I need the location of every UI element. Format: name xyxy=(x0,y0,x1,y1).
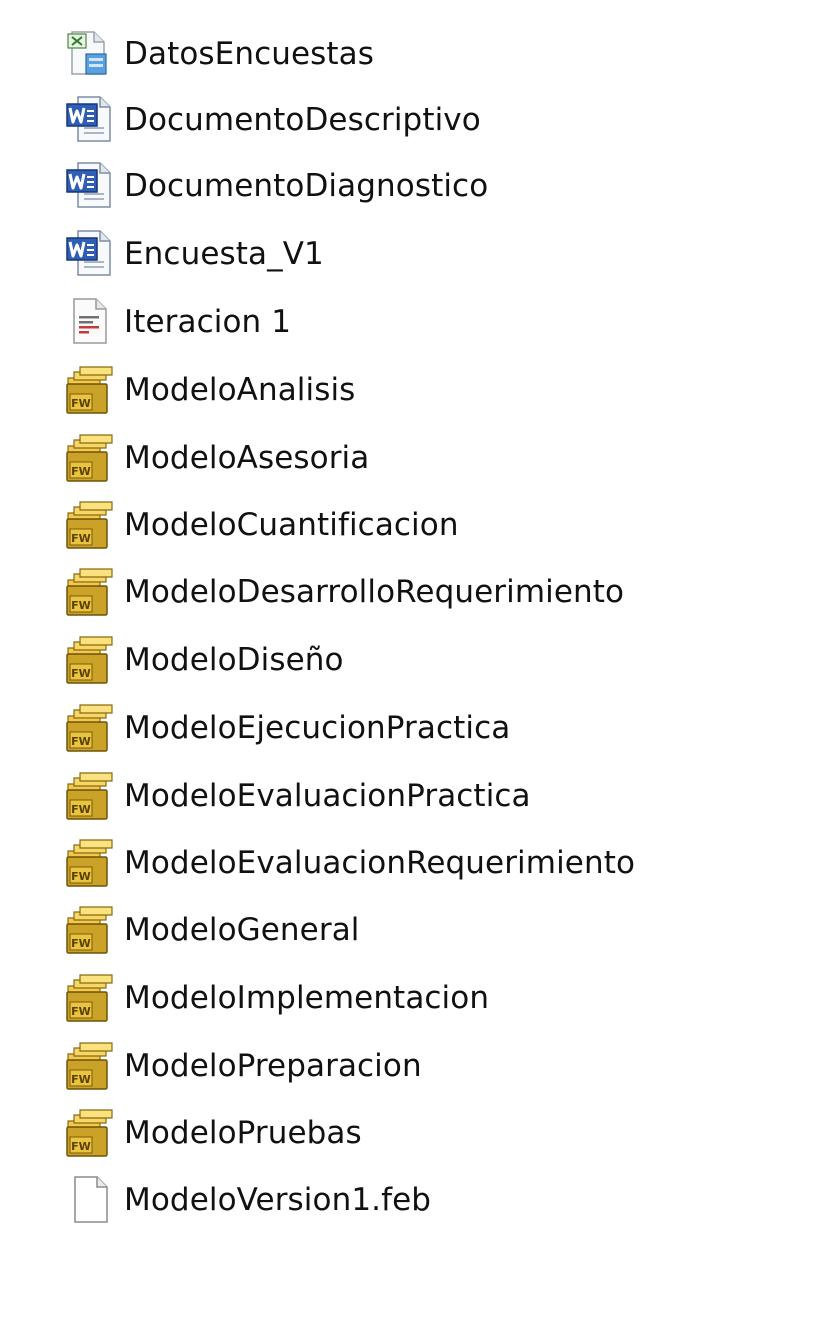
fireworks-file-icon: FW xyxy=(64,1040,116,1092)
svg-text:FW: FW xyxy=(71,667,91,680)
file-name: ModeloVersion1.feb xyxy=(124,1182,432,1218)
svg-text:FW: FW xyxy=(71,937,91,950)
file-name: ModeloAnalisis xyxy=(124,372,356,408)
fireworks-file-icon: FW xyxy=(64,634,116,686)
svg-text:FW: FW xyxy=(71,735,91,748)
file-name: ModeloEvaluacionRequerimiento xyxy=(124,845,636,881)
svg-text:FW: FW xyxy=(71,870,91,883)
file-name: ModeloDiseño xyxy=(124,642,344,678)
fireworks-file-icon: FW xyxy=(64,499,116,551)
file-name: DatosEncuestas xyxy=(124,36,374,72)
file-item-modeloevaluacionpractica[interactable]: FW ModeloEvaluacionPractica xyxy=(64,766,531,826)
word-document-icon xyxy=(64,160,116,212)
word-document-icon xyxy=(64,228,116,280)
file-name: ModeloPruebas xyxy=(124,1115,362,1151)
fireworks-file-icon: FW xyxy=(64,904,116,956)
pdf-document-icon xyxy=(64,296,116,348)
file-name: DocumentoDescriptivo xyxy=(124,102,481,138)
fireworks-file-icon: FW xyxy=(64,702,116,754)
svg-text:FW: FW xyxy=(71,803,91,816)
svg-text:FW: FW xyxy=(71,465,91,478)
file-name: ModeloEvaluacionPractica xyxy=(124,778,531,814)
file-item-iteracion-1[interactable]: Iteracion 1 xyxy=(64,292,291,352)
fireworks-file-icon: FW xyxy=(64,837,116,889)
file-item-datosencuestas[interactable]: DatosEncuestas xyxy=(64,24,374,84)
file-name: Iteracion 1 xyxy=(124,304,292,340)
word-document-icon xyxy=(64,94,116,146)
file-item-modelodiseno[interactable]: FW ModeloDiseño xyxy=(64,630,344,690)
svg-text:FW: FW xyxy=(71,1140,91,1153)
svg-text:FW: FW xyxy=(71,1005,91,1018)
fireworks-file-icon: FW xyxy=(64,972,116,1024)
file-name: ModeloImplementacion xyxy=(124,980,490,1016)
fireworks-file-icon: FW xyxy=(64,770,116,822)
file-name: ModeloEjecucionPractica xyxy=(124,710,511,746)
svg-text:FW: FW xyxy=(71,1073,91,1086)
file-item-encuesta-v1[interactable]: Encuesta_V1 xyxy=(64,224,324,284)
file-item-modelogeneral[interactable]: FW ModeloGeneral xyxy=(64,900,360,960)
file-item-modelopruebas[interactable]: FW ModeloPruebas xyxy=(64,1103,362,1163)
file-list: DatosEncuestas DocumentoDescriptivo Docu… xyxy=(0,0,840,1332)
file-item-modeloimplementacion[interactable]: FW ModeloImplementacion xyxy=(64,968,489,1028)
fireworks-file-icon: FW xyxy=(64,566,116,618)
svg-text:FW: FW xyxy=(71,397,91,410)
file-name: ModeloDesarrolloRequerimiento xyxy=(124,574,625,610)
file-item-documentodescriptivo[interactable]: DocumentoDescriptivo xyxy=(64,90,481,150)
fireworks-file-icon: FW xyxy=(64,1107,116,1159)
fireworks-file-icon: FW xyxy=(64,432,116,484)
file-name: ModeloPreparacion xyxy=(124,1048,422,1084)
file-item-modeloversion1-feb[interactable]: ModeloVersion1.feb xyxy=(64,1170,431,1230)
file-item-modeloevaluacionrequerimiento[interactable]: FW ModeloEvaluacionRequerimiento xyxy=(64,833,635,893)
file-item-modeloejecucionpractica[interactable]: FW ModeloEjecucionPractica xyxy=(64,698,510,758)
file-item-documentodiagnostico[interactable]: DocumentoDiagnostico xyxy=(64,156,488,216)
file-item-modelopreparacion[interactable]: FW ModeloPreparacion xyxy=(64,1036,422,1096)
file-name: DocumentoDiagnostico xyxy=(124,168,489,204)
svg-text:FW: FW xyxy=(71,599,91,612)
file-name: ModeloAsesoria xyxy=(124,440,370,476)
file-item-modeloasesoria[interactable]: FW ModeloAsesoria xyxy=(64,428,369,488)
file-name: ModeloCuantificacion xyxy=(124,507,459,543)
file-item-modelocuantificacion[interactable]: FW ModeloCuantificacion xyxy=(64,495,459,555)
svg-text:FW: FW xyxy=(71,532,91,545)
file-name: ModeloGeneral xyxy=(124,912,360,948)
file-item-modelodesarrollorequerimiento[interactable]: FW ModeloDesarrolloRequerimiento xyxy=(64,562,624,622)
generic-file-icon xyxy=(64,1174,116,1226)
file-name: Encuesta_V1 xyxy=(124,236,324,272)
file-item-modeloanalisis[interactable]: FW ModeloAnalisis xyxy=(64,360,355,420)
spreadsheet-file-icon xyxy=(64,28,116,80)
fireworks-file-icon: FW xyxy=(64,364,116,416)
